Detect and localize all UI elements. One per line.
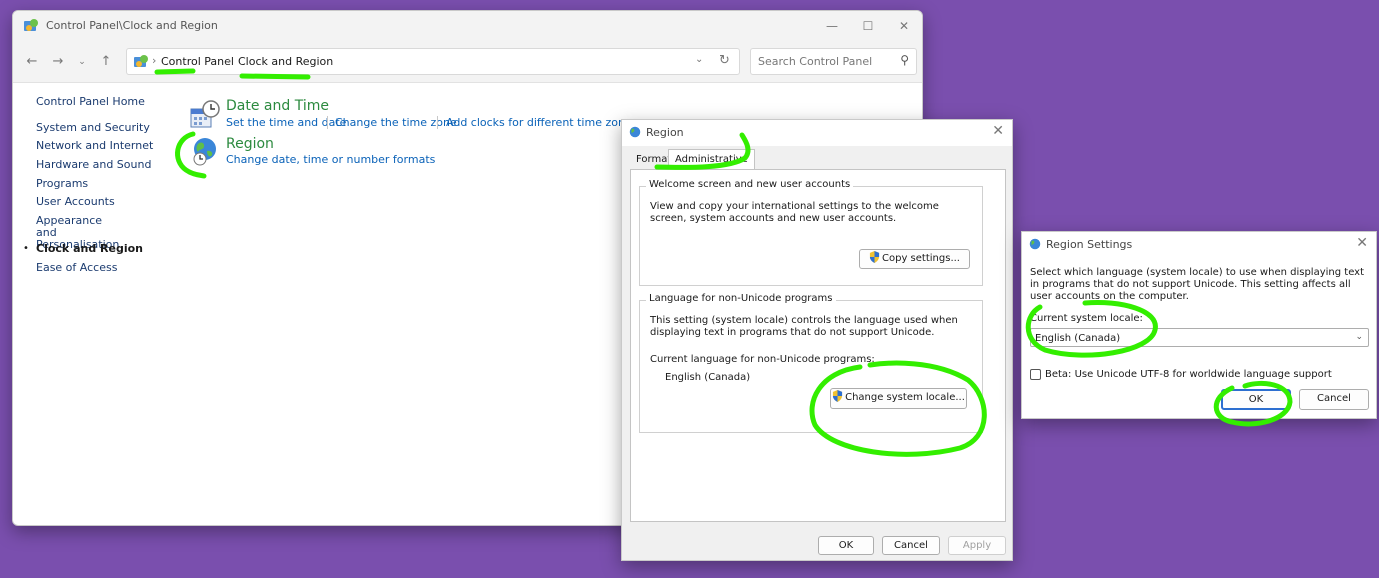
region-settings-title: Region Settings xyxy=(1046,238,1133,251)
control-panel-icon xyxy=(134,55,148,67)
up-arrow-icon[interactable]: ↑ xyxy=(97,54,115,70)
apply-button: Apply xyxy=(948,536,1006,555)
breadcrumb-separator-icon: › xyxy=(152,54,157,67)
tab-administrative[interactable]: Administrative xyxy=(668,149,755,169)
current-system-locale-label: Current system locale: xyxy=(1030,313,1143,324)
region-dialog: Region ✕ Formats Administrative Welcome … xyxy=(621,119,1013,561)
region-globe-icon xyxy=(1029,238,1041,250)
change-time-zone-link[interactable]: Change the time zone xyxy=(335,116,457,129)
close-icon[interactable]: ✕ xyxy=(1356,235,1368,251)
region-settings-dialog: Region Settings ✕ Select which language … xyxy=(1021,231,1377,419)
non-unicode-group: Language for non-Unicode programs This s… xyxy=(639,293,983,433)
sidebar-item-hardware-and-sound[interactable]: Hardware and Sound xyxy=(36,159,151,171)
forward-arrow-icon[interactable]: → xyxy=(49,54,67,70)
sidebar-item-ease-of-access[interactable]: Ease of Access xyxy=(36,262,117,274)
chevron-down-icon: ⌄ xyxy=(1355,332,1363,342)
sidebar-item-network-and-internet[interactable]: Network and Internet xyxy=(36,140,153,152)
ok-button[interactable]: OK xyxy=(818,536,874,555)
cancel-button[interactable]: Cancel xyxy=(882,536,940,555)
link-divider xyxy=(437,116,438,129)
search-placeholder: Search Control Panel xyxy=(758,55,873,68)
welcome-screen-description: View and copy your international setting… xyxy=(650,201,939,224)
region-dialog-title: Region xyxy=(646,126,684,139)
maximize-icon[interactable]: ☐ xyxy=(853,15,883,37)
locale-cancel-button[interactable]: Cancel xyxy=(1299,389,1369,410)
non-unicode-legend: Language for non-Unicode programs xyxy=(646,293,836,304)
sidebar-item-system-and-security[interactable]: System and Security xyxy=(36,122,150,134)
navigation-bar: ← → ⌄ ↑ › Control Panel › Clock and Regi… xyxy=(13,41,922,83)
sidebar-item-programs[interactable]: Programs xyxy=(36,178,88,190)
title-bar[interactable]: Control Panel\Clock and Region — ☐ ✕ xyxy=(13,11,922,41)
current-language-label: Current language for non-Unicode program… xyxy=(650,354,875,365)
uac-shield-icon xyxy=(869,251,880,263)
region-globe-icon xyxy=(193,138,216,166)
address-bar[interactable]: › Control Panel › Clock and Region ⌄ ↻ xyxy=(126,48,740,75)
region-settings-description: Select which language (system locale) to… xyxy=(1030,267,1365,302)
close-icon[interactable]: ✕ xyxy=(992,123,1004,139)
refresh-icon[interactable]: ↻ xyxy=(719,53,730,68)
search-input[interactable]: Search Control Panel ⚲ xyxy=(750,48,917,75)
date-and-time-icon xyxy=(190,100,220,128)
breadcrumb-clock-and-region[interactable]: Clock and Region xyxy=(238,55,333,68)
administrative-tab-page: Welcome screen and new user accounts Vie… xyxy=(630,169,1006,522)
set-time-and-date-link[interactable]: Set the time and date xyxy=(226,116,346,129)
recent-locations-chevron-icon[interactable]: ⌄ xyxy=(73,54,91,70)
change-system-locale-button[interactable]: Change system locale... xyxy=(830,388,967,409)
back-arrow-icon[interactable]: ← xyxy=(23,54,41,70)
region-settings-title-bar[interactable]: Region Settings ✕ xyxy=(1022,232,1376,256)
window-title: Control Panel\Clock and Region xyxy=(46,19,218,32)
welcome-screen-legend: Welcome screen and new user accounts xyxy=(646,179,854,190)
sidebar-item-home[interactable]: Control Panel Home xyxy=(36,96,145,108)
region-dialog-title-bar[interactable]: Region ✕ xyxy=(622,120,1012,146)
utf8-beta-checkbox[interactable] xyxy=(1030,369,1041,380)
copy-settings-label: Copy settings... xyxy=(882,253,960,264)
copy-settings-button[interactable]: Copy settings... xyxy=(859,249,970,269)
change-system-locale-label: Change system locale... xyxy=(845,392,965,403)
system-locale-select[interactable]: English (Canada) ⌄ xyxy=(1030,328,1369,347)
sidebar-item-clock-and-region: Clock and Region xyxy=(36,242,143,255)
locale-ok-button[interactable]: OK xyxy=(1221,389,1291,410)
search-icon[interactable]: ⚲ xyxy=(900,53,909,67)
add-clocks-link[interactable]: Add clocks for different time zones xyxy=(446,116,637,129)
current-language-value: English (Canada) xyxy=(665,372,751,383)
sidebar-item-user-accounts[interactable]: User Accounts xyxy=(36,196,115,208)
change-formats-link[interactable]: Change date, time or number formats xyxy=(226,153,435,166)
address-dropdown-icon[interactable]: ⌄ xyxy=(695,54,703,65)
region-globe-icon xyxy=(629,126,641,138)
breadcrumb-separator-icon: › xyxy=(227,54,232,67)
close-icon[interactable]: ✕ xyxy=(889,15,919,37)
utf8-beta-label[interactable]: Beta: Use Unicode UTF-8 for worldwide la… xyxy=(1045,369,1332,381)
date-and-time-title[interactable]: Date and Time xyxy=(226,98,329,114)
welcome-screen-group: Welcome screen and new user accounts Vie… xyxy=(639,179,983,286)
link-divider xyxy=(327,116,328,129)
uac-shield-icon xyxy=(833,390,843,402)
region-title[interactable]: Region xyxy=(226,136,274,152)
control-panel-icon xyxy=(24,19,38,31)
system-locale-value: English (Canada) xyxy=(1035,333,1121,344)
current-item-bullet-icon: • xyxy=(23,243,29,254)
minimize-icon[interactable]: — xyxy=(817,15,847,37)
non-unicode-description: This setting (system locale) controls th… xyxy=(650,315,958,338)
breadcrumb-control-panel[interactable]: Control Panel xyxy=(161,55,234,68)
